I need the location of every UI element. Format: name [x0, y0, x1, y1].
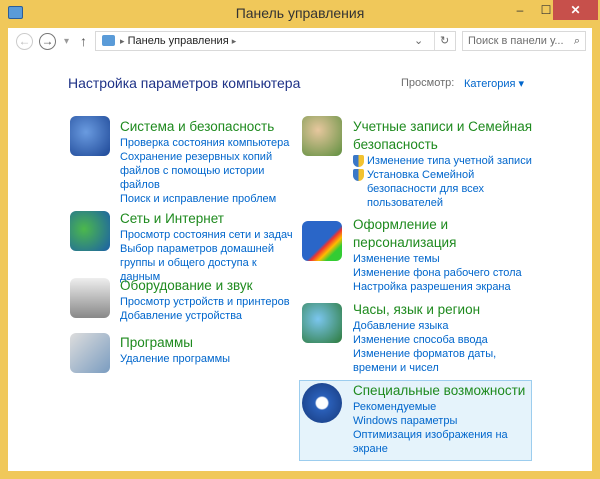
- title-bar: Панель управления – ☐ ✕: [0, 0, 600, 28]
- clock-globe-icon[interactable]: [302, 303, 342, 343]
- close-button[interactable]: ✕: [553, 0, 598, 20]
- category-link[interactable]: Изменение способа ввода: [353, 333, 538, 347]
- control-panel-icon: [102, 35, 115, 46]
- page-title: Настройка параметров компьютера: [68, 75, 301, 91]
- category-link[interactable]: Поиск и исправление проблем: [120, 192, 350, 206]
- forward-button[interactable]: →: [39, 33, 56, 50]
- view-dropdown[interactable]: Категория ▾: [464, 77, 524, 90]
- category-title[interactable]: Учетные записи и Семейная безопасность: [353, 118, 538, 154]
- uac-shield-icon: [353, 155, 364, 167]
- category-link[interactable]: Оптимизация изображения на экране: [353, 428, 508, 456]
- chevron-down-icon[interactable]: ⌄: [414, 32, 423, 50]
- uac-shield-icon: [353, 169, 364, 181]
- category-link[interactable]: Добавление языка: [353, 319, 538, 333]
- category-clock-region: Часы, язык и регион Добавление языка Изм…: [353, 301, 538, 375]
- category-title[interactable]: Оформление и персонализация: [353, 216, 493, 252]
- category-user-accounts: Учетные записи и Семейная безопасность И…: [353, 118, 538, 210]
- search-placeholder: Поиск в панели у...: [468, 35, 564, 47]
- category-link[interactable]: Удаление программы: [120, 352, 350, 366]
- programs-icon[interactable]: [70, 333, 110, 373]
- personalization-icon[interactable]: [302, 221, 342, 261]
- chevron-right-icon[interactable]: ▸: [232, 36, 237, 46]
- users-icon[interactable]: [302, 116, 342, 156]
- category-title[interactable]: Специальные возможности: [353, 382, 553, 400]
- view-label: Просмотр:: [401, 77, 455, 89]
- link-text: Изменение типа учетной записи: [367, 155, 532, 167]
- link-text: Установка Семейной безопасности для всех…: [367, 169, 485, 209]
- breadcrumb-control-panel[interactable]: Панель управления: [128, 35, 229, 47]
- refresh-icon[interactable]: ↻: [434, 32, 449, 50]
- category-link[interactable]: Рекомендуемые Windows параметры: [353, 400, 483, 428]
- search-icon[interactable]: ⌕: [574, 32, 580, 50]
- accessibility-icon[interactable]: [302, 383, 342, 423]
- category-link[interactable]: Настройка разрешения экрана: [353, 280, 553, 294]
- chevron-right-icon: ▸: [120, 36, 125, 46]
- minimize-button[interactable]: –: [507, 0, 533, 20]
- back-button[interactable]: ←: [16, 33, 33, 50]
- recent-pages-button[interactable]: ▾: [64, 36, 69, 47]
- up-button[interactable]: ↑: [80, 33, 87, 49]
- category-title[interactable]: Часы, язык и регион: [353, 301, 538, 319]
- content-area: ← → ▾ ↑ ▸ Панель управления ▸ ⌄ ↻ Поиск …: [8, 28, 592, 471]
- search-input[interactable]: Поиск в панели у... ⌕: [462, 31, 586, 51]
- printer-icon[interactable]: [70, 278, 110, 318]
- shield-icon[interactable]: [70, 116, 110, 156]
- network-globe-icon[interactable]: [70, 211, 110, 251]
- category-appearance: Оформление и персонализация Изменение те…: [353, 216, 522, 294]
- category-link[interactable]: Сохранение резервных копий файлов с помо…: [120, 150, 285, 192]
- category-link[interactable]: Установка Семейной безопасности для всех…: [353, 168, 493, 210]
- category-link[interactable]: Изменение форматов даты, времени и чисел: [353, 347, 538, 375]
- category-link[interactable]: Изменение типа учетной записи: [353, 154, 538, 168]
- category-link[interactable]: Изменение фона рабочего стола: [353, 266, 553, 280]
- address-bar[interactable]: ▸ Панель управления ▸ ⌄ ↻: [95, 31, 456, 51]
- category-accessibility: Специальные возможности Рекомендуемые Wi…: [353, 382, 525, 456]
- category-title[interactable]: Оборудование и звук: [120, 277, 350, 295]
- category-link[interactable]: Изменение темы: [353, 252, 493, 266]
